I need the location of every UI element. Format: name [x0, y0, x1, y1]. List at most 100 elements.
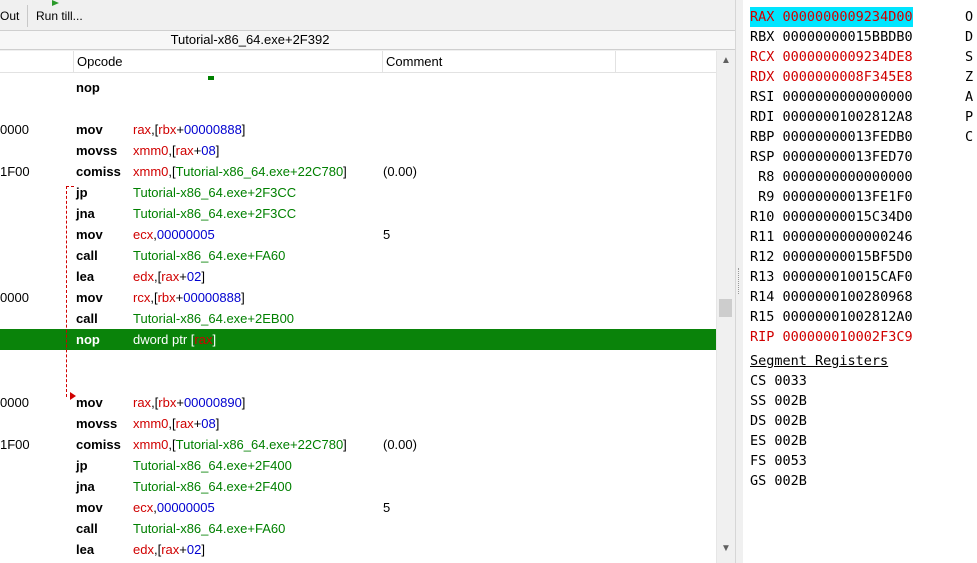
segment-register-name: FS	[750, 453, 767, 469]
row-opcode: comiss	[76, 164, 121, 179]
segment-register-cs[interactable]: CS 0033	[750, 371, 807, 391]
register-rbx[interactable]: RBX 00000000015BBDB0	[750, 27, 913, 47]
row-address: 1F00	[0, 437, 30, 452]
operand-token: rbx	[158, 122, 177, 137]
step-out-button[interactable]: Out	[0, 9, 19, 23]
segment-register-es[interactable]: ES 002B	[750, 431, 807, 451]
operand-token: 02	[186, 269, 202, 284]
disassembly-row[interactable]: jna Tutorial-x86_64.exe+2F400	[0, 476, 716, 497]
register-r10[interactable]: R10 00000000015C34D0	[750, 207, 913, 227]
run-till-icon[interactable]	[52, 0, 59, 6]
debugger-toolbar: Out Run till...	[0, 0, 737, 30]
operand-token: ecx	[133, 500, 154, 515]
disassembly-row[interactable]: movss xmm0,[rax+08]	[0, 413, 716, 434]
row-operands: rax,[rbx+00000890]	[133, 392, 245, 413]
disassembly-row[interactable]	[0, 98, 716, 119]
register-rcx[interactable]: RCX 0000000009234DE8	[750, 47, 913, 67]
register-rsp[interactable]: RSP 00000000013FED70	[750, 147, 913, 167]
run-till-button[interactable]: Run till...	[36, 9, 83, 23]
operand-token: +	[179, 542, 187, 557]
segment-register-ss[interactable]: SS 002B	[750, 391, 807, 411]
operand-token: Tutorial-x86_64.exe+22C780	[175, 437, 344, 452]
disassembly-row[interactable]: nop	[0, 77, 716, 98]
disassembly-row-selected[interactable]: nop dword ptr [rax]	[0, 329, 716, 350]
flag-label: A	[965, 89, 974, 105]
disassembly-row[interactable]: 1F00 comiss xmm0,[Tutorial-x86_64.exe+22C7…	[0, 434, 716, 455]
splitter-grip-icon[interactable]	[738, 268, 741, 294]
disassembly-row[interactable]: 0000 mov rcx,[rbx+00000888]	[0, 287, 716, 308]
operand-token: 00000005	[156, 500, 215, 515]
operand-token: rax	[175, 416, 194, 431]
register-r12[interactable]: R12 00000000015BF5D0	[750, 247, 913, 267]
scroll-up-icon[interactable]: ▲	[717, 53, 735, 69]
scroll-down-icon[interactable]: ▼	[717, 541, 735, 557]
flag-label: O	[965, 9, 974, 25]
register-r11[interactable]: R11 0000000000000246	[750, 227, 913, 247]
register-rdx[interactable]: RDX 0000000008F345E8	[750, 67, 913, 87]
disassembly-row[interactable]: 0000 mov rax,[rbx+00000888]	[0, 119, 716, 140]
segment-register-name: ES	[750, 433, 767, 449]
register-value: 0000000000000000	[782, 89, 913, 105]
operand-token: xmm0	[133, 437, 169, 452]
register-r13[interactable]: R13 000000010015CAF0	[750, 267, 913, 287]
disassembly-view[interactable]: nop 0000 mov rax,[rbx+00000888] movss xmm0,[r…	[0, 73, 716, 563]
operand-token: ]	[241, 122, 246, 137]
row-opcode: mov	[76, 395, 103, 410]
disassembly-row[interactable]: lea edx,[rax+02]	[0, 539, 716, 560]
operand-token: rax	[175, 143, 194, 158]
flag-label: D	[965, 29, 974, 45]
register-name: RIP	[750, 329, 775, 345]
operand-token: edx	[133, 542, 154, 557]
disassembly-row[interactable]: call Tutorial-x86_64.exe+2EB00	[0, 308, 716, 329]
operand-token: rcx	[133, 290, 151, 305]
disassembly-scrollbar[interactable]: ▲ ▼	[716, 51, 735, 563]
disassembly-row[interactable]: mov ecx,00000005 5	[0, 224, 716, 245]
operand-token: ,[	[150, 290, 158, 305]
disassembly-row[interactable]: movss xmm0,[rax+08]	[0, 140, 716, 161]
operand-token: 00000888	[183, 122, 242, 137]
segment-register-fs[interactable]: FS 0053	[750, 451, 807, 471]
segment-register-ds[interactable]: DS 002B	[750, 411, 807, 431]
disassembly-row[interactable]	[0, 371, 716, 392]
row-operands: rcx,[rbx+00000888]	[133, 287, 245, 308]
row-opcode: lea	[76, 542, 95, 557]
disassembly-row[interactable]: lea edx,[rax+02]	[0, 266, 716, 287]
disassembly-row[interactable]: jna Tutorial-x86_64.exe+2F3CC	[0, 203, 716, 224]
register-value: 00000000015C34D0	[782, 209, 913, 225]
register-name: R12	[750, 249, 775, 265]
column-opcode[interactable]: Opcode	[73, 51, 382, 72]
segment-register-gs[interactable]: GS 002B	[750, 471, 807, 491]
row-operands: rax,[rbx+00000888]	[133, 119, 245, 140]
register-r14[interactable]: R14 0000000100280968	[750, 287, 913, 307]
panel-splitter[interactable]	[735, 0, 743, 563]
row-opcode: comiss	[76, 437, 121, 452]
row-operands: xmm0,[Tutorial-x86_64.exe+22C780]	[133, 161, 347, 182]
operand-token: ]	[343, 164, 347, 179]
disassembly-row[interactable]: call Tutorial-x86_64.exe+FA60	[0, 518, 716, 539]
column-comment[interactable]: Comment	[382, 51, 615, 72]
register-rax[interactable]: RAX 0000000009234D00	[750, 7, 913, 27]
disassembly-row[interactable]	[0, 350, 716, 371]
register-name: R8	[750, 169, 775, 185]
operand-token: +	[179, 269, 187, 284]
row-opcode: mov	[76, 500, 103, 515]
register-rbp[interactable]: RBP 00000000013FEDB0	[750, 127, 913, 147]
register-rip[interactable]: RIP 000000010002F3C9	[750, 327, 913, 347]
disassembly-row[interactable]: jp Tutorial-x86_64.exe+2F400	[0, 455, 716, 476]
disassembly-row[interactable]: call Tutorial-x86_64.exe+FA60	[0, 245, 716, 266]
disassembly-row[interactable]: 1F00 comiss xmm0,[Tutorial-x86_64.exe+22C7…	[0, 161, 716, 182]
register-r15[interactable]: R15 00000001002812A0	[750, 307, 913, 327]
register-r9[interactable]: R9 00000000013FE1F0	[750, 187, 912, 207]
disassembly-row[interactable]: jp Tutorial-x86_64.exe+2F3CC	[0, 182, 716, 203]
row-operands: Tutorial-x86_64.exe+2F400	[133, 455, 292, 476]
flag-label: S	[965, 49, 974, 65]
disassembly-row[interactable]: 0000 mov rax,[rbx+00000890]	[0, 392, 716, 413]
disassembly-row[interactable]: mov ecx,00000005 5	[0, 497, 716, 518]
register-r8[interactable]: R8 0000000000000000	[750, 167, 912, 187]
register-rdi[interactable]: RDI 00000001002812A8	[750, 107, 913, 127]
register-value: 00000000015BBDB0	[782, 29, 913, 45]
operand-token: Tutorial-x86_64.exe+2F3CC	[133, 185, 297, 200]
register-rsi[interactable]: RSI 0000000000000000	[750, 87, 913, 107]
register-value: 0000000000000246	[782, 229, 913, 245]
scroll-thumb[interactable]	[719, 299, 732, 317]
